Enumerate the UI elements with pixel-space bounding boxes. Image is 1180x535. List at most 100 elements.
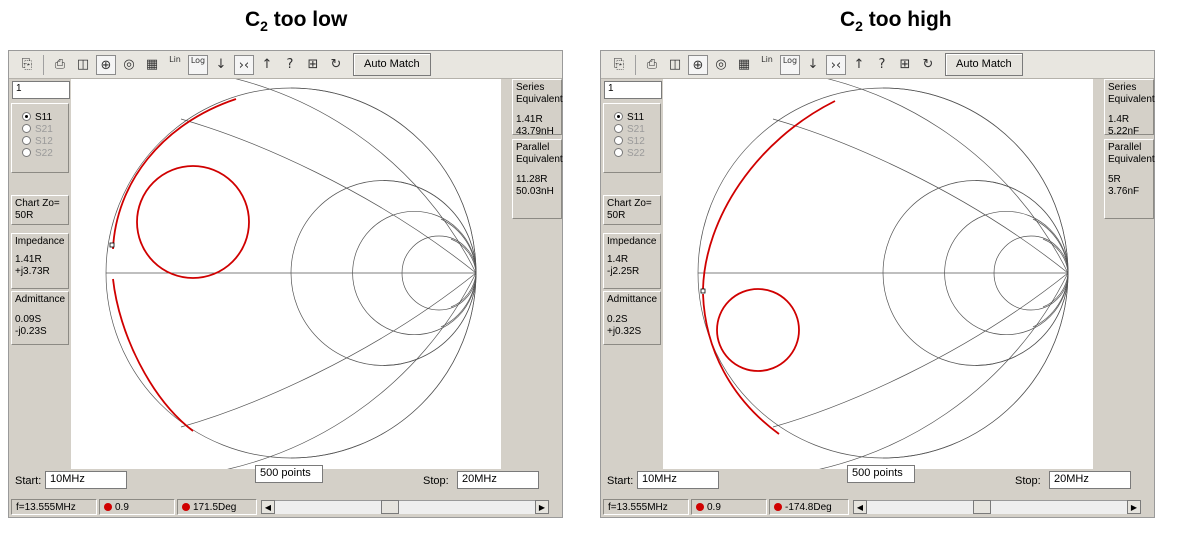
start-input[interactable]: 10MHz	[45, 471, 127, 489]
toolbar-separator	[635, 54, 636, 75]
parallel-label-1: Parallel	[516, 142, 550, 153]
radio-s12[interactable]: S12	[22, 136, 53, 148]
frequency-scrollbar[interactable]	[275, 500, 535, 514]
trace-input[interactable]: 1	[604, 81, 662, 99]
smith-chart[interactable]	[663, 68, 1093, 478]
smith-grid	[105, 68, 477, 478]
polar-plot-icon[interactable]: ◎	[711, 55, 731, 75]
impedance-r: 1.41R	[15, 254, 42, 265]
log-button[interactable]: Log	[188, 54, 208, 75]
zoom-icon[interactable]: ⊞	[895, 55, 915, 75]
copy-icon[interactable]: ⎘	[609, 55, 629, 75]
rectangular-plot-icon[interactable]: ◫	[73, 55, 93, 75]
admittance-g: 0.2S	[607, 314, 628, 325]
start-label: Start:	[15, 475, 42, 487]
arrow-down-icon[interactable]: ↓	[211, 55, 231, 75]
arrow-down-icon[interactable]: ↓	[803, 55, 823, 75]
radio-s22[interactable]: S22	[22, 148, 53, 160]
radio-s22[interactable]: S22	[614, 148, 645, 160]
parallel-v1: 5R	[1108, 174, 1121, 185]
series-v1: 1.4R	[1108, 114, 1130, 125]
admittance-label: Admittance	[607, 294, 658, 305]
scroll-left-icon[interactable]: ◀	[261, 500, 275, 514]
refresh-icon[interactable]: ↻	[326, 55, 346, 75]
toolbar: ⎘ ⎙ ◫ ⊕ ◎ ▦ Lin Log ↓ ›‹ ↑ ? ⊞ ↻ Auto Ma…	[601, 51, 1154, 79]
admittance-b: -j0.23S	[15, 326, 47, 337]
rectangular-plot-icon[interactable]: ◫	[665, 55, 685, 75]
impedance-panel: Impedance 1.41R +j3.73R	[11, 233, 69, 289]
status-angle: 171.5Deg	[177, 499, 257, 515]
smith-chart-svg[interactable]	[71, 68, 501, 478]
stop-input[interactable]: 20MHz	[1049, 471, 1131, 489]
lin-button[interactable]: Lin	[165, 55, 185, 75]
radio-s12[interactable]: S12	[614, 136, 645, 148]
table-icon[interactable]: ▦	[142, 55, 162, 75]
parallel-v1: 11.28R	[516, 174, 548, 185]
status-frequency: f=13.555MHz	[11, 499, 97, 515]
points-input[interactable]: 500 points	[255, 465, 323, 483]
status-bar: f=13.555MHz 0.9 -174.8Deg ◀ ▶	[601, 497, 1154, 517]
arrow-up-icon[interactable]: ↑	[849, 55, 869, 75]
scrollbar-thumb[interactable]	[973, 500, 991, 514]
status-frequency: f=13.555MHz	[603, 499, 689, 515]
parameter-group: S11 S21 S12 S22	[11, 103, 69, 173]
lin-button[interactable]: Lin	[757, 55, 777, 75]
help-icon[interactable]: ?	[280, 55, 300, 75]
toolbar: ⎘ ⎙ ◫ ⊕ ◎ ▦ Lin Log ↓ ›‹ ↑ ? ⊞ ↻ Auto Ma…	[9, 51, 562, 79]
impedance-x: -j2.25R	[607, 266, 640, 277]
admittance-label: Admittance	[15, 294, 66, 305]
admittance-g: 0.09S	[15, 314, 42, 325]
stop-input[interactable]: 20MHz	[457, 471, 539, 489]
points-input[interactable]: 500 points	[847, 465, 915, 483]
scroll-left-icon[interactable]: ◀	[853, 500, 867, 514]
parameter-group: S11 S21 S12 S22	[603, 103, 661, 173]
scroll-right-icon[interactable]: ▶	[535, 500, 549, 514]
smith-chart-icon[interactable]: ⊕	[688, 54, 708, 75]
left-sidebar: 1 S11 S21 S12 S22 Chart Zo= 50R Impedanc…	[9, 79, 71, 467]
smith-chart-svg[interactable]	[663, 68, 1093, 478]
impedance-r: 1.4R	[607, 254, 629, 265]
auto-match-button[interactable]: Auto Match	[353, 53, 431, 76]
print-icon[interactable]: ⎙	[642, 55, 662, 75]
trace-input[interactable]: 1	[12, 81, 70, 99]
print-icon[interactable]: ⎙	[50, 55, 70, 75]
polar-plot-icon[interactable]: ◎	[119, 55, 139, 75]
impedance-panel: Impedance 1.4R -j2.25R	[603, 233, 661, 289]
start-input[interactable]: 10MHz	[637, 471, 719, 489]
smith-chart-window-right: ⎘ ⎙ ◫ ⊕ ◎ ▦ Lin Log ↓ ›‹ ↑ ? ⊞ ↻ Auto Ma…	[600, 50, 1155, 518]
radio-s21[interactable]: S21	[22, 124, 53, 136]
scroll-right-icon[interactable]: ▶	[1127, 500, 1141, 514]
frequency-scrollbar[interactable]	[867, 500, 1127, 514]
marker[interactable]	[700, 288, 706, 294]
angle-dot-icon	[182, 503, 190, 511]
impedance-label: Impedance	[607, 236, 657, 247]
arrow-converge-icon[interactable]: ›‹	[234, 54, 254, 75]
parallel-equivalent-panel: Parallel Equivalent 5R 3.76nF	[1104, 139, 1155, 219]
refresh-icon[interactable]: ↻	[918, 55, 938, 75]
smith-chart[interactable]	[71, 68, 501, 478]
angle-dot-icon	[774, 503, 782, 511]
admittance-b: +j0.32S	[607, 326, 642, 337]
scrollbar-thumb[interactable]	[381, 500, 399, 514]
chart-zo-label: Chart Zo=	[607, 198, 652, 209]
radio-s11[interactable]: S11	[614, 112, 644, 124]
status-angle: -174.8Deg	[769, 499, 849, 515]
marker[interactable]	[109, 242, 115, 248]
impedance-label: Impedance	[15, 236, 65, 247]
arrow-converge-icon[interactable]: ›‹	[826, 54, 846, 75]
radio-s21[interactable]: S21	[614, 124, 645, 136]
arrow-up-icon[interactable]: ↑	[257, 55, 277, 75]
table-icon[interactable]: ▦	[734, 55, 754, 75]
radio-s11[interactable]: S11	[22, 112, 52, 124]
auto-match-button[interactable]: Auto Match	[945, 53, 1023, 76]
smith-grid	[697, 68, 1069, 478]
help-icon[interactable]: ?	[872, 55, 892, 75]
series-v1: 1.41R	[516, 114, 543, 125]
smith-chart-icon[interactable]: ⊕	[96, 54, 116, 75]
chart-zo-panel: Chart Zo= 50R	[603, 195, 661, 225]
log-button[interactable]: Log	[780, 54, 800, 75]
parallel-v2: 50.03nH	[516, 186, 554, 197]
copy-icon[interactable]: ⎘	[17, 55, 37, 75]
caption-c2-too-high: C2 too high	[840, 8, 952, 35]
zoom-icon[interactable]: ⊞	[303, 55, 323, 75]
